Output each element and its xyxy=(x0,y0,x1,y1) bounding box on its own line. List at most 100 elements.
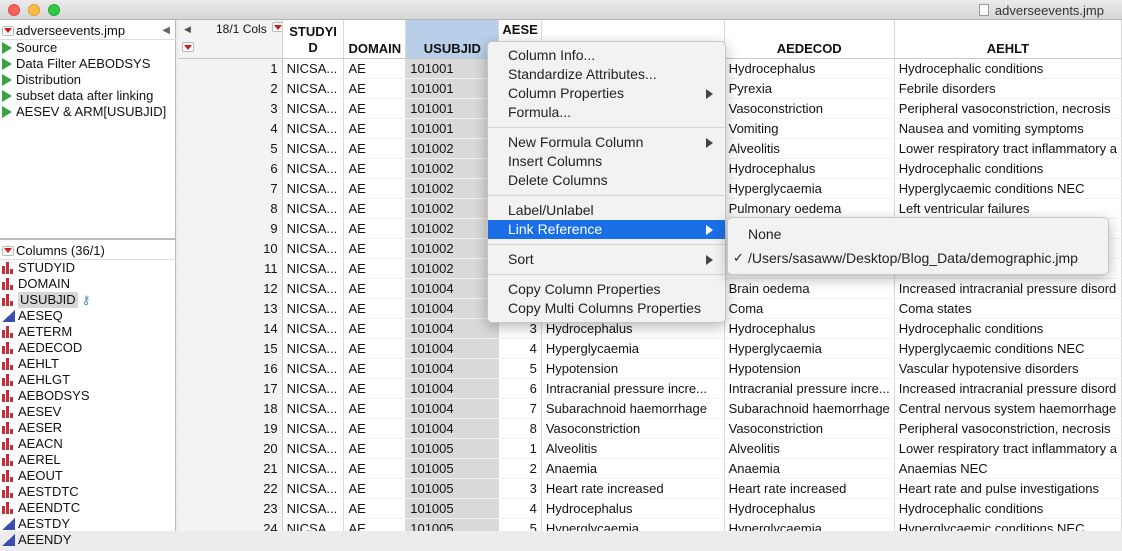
menu-item-copy-column-properties[interactable]: Copy Column Properties xyxy=(488,280,725,299)
table-row[interactable]: 23 NICSA... AE 101005 4 Hydrocephalus Hydrocep… xyxy=(178,498,1122,519)
domain-cell[interactable]: AE xyxy=(343,438,407,459)
usubjid-cell[interactable]: 101002 xyxy=(405,158,500,179)
aeseq-cell[interactable]: 7 xyxy=(498,398,542,419)
studyid-cell[interactable]: NICSA... xyxy=(282,178,345,199)
column-list-item[interactable]: DOMAIN xyxy=(0,276,176,292)
aedecod-cell[interactable]: Vasoconstriction xyxy=(724,418,895,439)
column-list-item[interactable]: AEENDTC xyxy=(0,500,176,516)
menu-item-label-unlabel[interactable]: Label/Unlabel xyxy=(488,201,725,220)
studyid-cell[interactable]: NICSA... xyxy=(282,398,345,419)
aeseq-cell[interactable]: 5 xyxy=(498,518,542,531)
aedecod-cell[interactable]: Alveolitis xyxy=(724,438,895,459)
aedecod-cell[interactable]: Intracranial pressure incre... xyxy=(724,378,895,399)
row-number-cell[interactable]: 10 xyxy=(178,238,283,259)
column-list-item[interactable]: AEOUT xyxy=(0,468,176,484)
columns-panel-header[interactable]: Columns (36/1) xyxy=(0,242,176,260)
column-list-item[interactable]: USUBJID ⚷ xyxy=(0,292,176,308)
row-number-cell[interactable]: 2 xyxy=(178,78,283,99)
close-window-button[interactable] xyxy=(8,4,20,16)
aehlt-cell[interactable]: Nausea and vomiting symptoms xyxy=(894,118,1122,139)
aedecod-cell[interactable]: Alveolitis xyxy=(724,138,895,159)
row-number-cell[interactable]: 21 xyxy=(178,458,283,479)
usubjid-cell[interactable]: 101004 xyxy=(405,278,500,299)
table-row[interactable]: 18 NICSA... AE 101004 7 Subarachnoid haemorrh… xyxy=(178,398,1122,419)
red-triangle-menu-icon[interactable] xyxy=(2,25,14,36)
usubjid-cell[interactable]: 101001 xyxy=(405,118,500,139)
studyid-cell[interactable]: NICSA... xyxy=(282,458,345,479)
usubjid-cell[interactable]: 101004 xyxy=(405,318,500,339)
domain-cell[interactable]: AE xyxy=(343,258,407,279)
aehlt-cell[interactable]: Peripheral vasoconstriction, necrosis xyxy=(894,418,1122,439)
aedecod-cell[interactable]: Hypotension xyxy=(724,358,895,379)
menu-item-link-reference[interactable]: Link Reference xyxy=(488,220,725,239)
studyid-cell[interactable]: NICSA... xyxy=(282,138,345,159)
table-row[interactable]: 17 NICSA... AE 101004 6 Intracranial pressure… xyxy=(178,378,1122,399)
column-list-item[interactable]: AESTDTC xyxy=(0,484,176,500)
row-number-cell[interactable]: 18 xyxy=(178,398,283,419)
aedecod-cell[interactable]: Hyperglycaemia xyxy=(724,518,895,531)
aehlt-cell[interactable]: Increased intracranial pressure disord xyxy=(894,378,1122,399)
usubjid-cell[interactable]: 101001 xyxy=(405,98,500,119)
column-list-item[interactable]: STUDYID xyxy=(0,260,176,276)
table-script-item[interactable]: subset data after linking xyxy=(0,88,176,104)
column-list-item[interactable]: AEBODSYS xyxy=(0,388,176,404)
menu-item-standardize-attributes[interactable]: Standardize Attributes... xyxy=(488,65,725,84)
studyid-cell[interactable]: NICSA... xyxy=(282,78,345,99)
column-list-item[interactable]: AESEQ xyxy=(0,308,176,324)
column-list-item[interactable]: AETERM xyxy=(0,324,176,340)
aedecod-cell[interactable]: Hydrocephalus xyxy=(724,58,895,79)
usubjid-cell[interactable]: 101005 xyxy=(405,518,500,531)
cols-red-triangle-icon[interactable] xyxy=(272,22,282,32)
usubjid-cell[interactable]: 101002 xyxy=(405,178,500,199)
domain-cell[interactable]: AE xyxy=(343,378,407,399)
header-studyid[interactable]: STUDYID xyxy=(282,20,345,59)
column-list-item[interactable]: AESER xyxy=(0,420,176,436)
domain-cell[interactable]: AE xyxy=(343,198,407,219)
column-list-item[interactable]: AEHLT xyxy=(0,356,176,372)
row-number-cell[interactable]: 17 xyxy=(178,378,283,399)
aeterm-cell[interactable]: Alveolitis xyxy=(541,438,725,459)
row-number-cell[interactable]: 15 xyxy=(178,338,283,359)
studyid-cell[interactable]: NICSA... xyxy=(282,338,345,359)
aedecod-cell[interactable]: Hydrocephalus xyxy=(724,318,895,339)
row-number-cell[interactable]: 7 xyxy=(178,178,283,199)
aehlt-cell[interactable]: Hyperglycaemic conditions NEC xyxy=(894,178,1122,199)
aeterm-cell[interactable]: Hyperglycaemia xyxy=(541,518,725,531)
aedecod-cell[interactable]: Subarachnoid haemorrhage xyxy=(724,398,895,419)
table-script-item[interactable]: Data Filter AEBODSYS xyxy=(0,56,176,72)
aeseq-cell[interactable]: 2 xyxy=(498,458,542,479)
minimize-window-button[interactable] xyxy=(28,4,40,16)
aehlt-cell[interactable]: Central nervous system haemorrhage xyxy=(894,398,1122,419)
aedecod-cell[interactable]: Anaemia xyxy=(724,458,895,479)
aehlt-cell[interactable]: Lower respiratory tract inflammatory a xyxy=(894,138,1122,159)
domain-cell[interactable]: AE xyxy=(343,118,407,139)
aeseq-cell[interactable]: 8 xyxy=(498,418,542,439)
column-list-item[interactable]: AEENDY xyxy=(0,532,176,548)
domain-cell[interactable]: AE xyxy=(343,398,407,419)
usubjid-cell[interactable]: 101004 xyxy=(405,398,500,419)
aehlt-cell[interactable]: Lower respiratory tract inflammatory a xyxy=(894,438,1122,459)
aehlt-cell[interactable]: Hydrocephalic conditions xyxy=(894,318,1122,339)
column-list-item[interactable]: AEREL xyxy=(0,452,176,468)
studyid-cell[interactable]: NICSA... xyxy=(282,318,345,339)
column-list-item[interactable]: AESTDY xyxy=(0,516,176,532)
domain-cell[interactable]: AE xyxy=(343,318,407,339)
link-reference-none[interactable]: None xyxy=(728,222,1108,246)
aehlt-cell[interactable]: Heart rate and pulse investigations xyxy=(894,478,1122,499)
aeterm-cell[interactable]: Vasoconstriction xyxy=(541,418,725,439)
aedecod-cell[interactable]: Pulmonary oedema xyxy=(724,198,895,219)
usubjid-cell[interactable]: 101005 xyxy=(405,438,500,459)
aehlt-cell[interactable]: Vascular hypotensive disorders xyxy=(894,358,1122,379)
panel-splitter[interactable] xyxy=(0,238,176,240)
studyid-cell[interactable]: NICSA... xyxy=(282,378,345,399)
usubjid-cell[interactable]: 101002 xyxy=(405,258,500,279)
column-list-item[interactable]: AEHLGT xyxy=(0,372,176,388)
row-number-cell[interactable]: 13 xyxy=(178,298,283,319)
aehlt-cell[interactable]: Peripheral vasoconstriction, necrosis xyxy=(894,98,1122,119)
aehlt-cell[interactable]: Anaemias NEC xyxy=(894,458,1122,479)
usubjid-cell[interactable]: 101005 xyxy=(405,458,500,479)
aehlt-cell[interactable]: Hyperglycaemic conditions NEC xyxy=(894,518,1122,531)
table-script-item[interactable]: AESEV & ARM[USUBJID] xyxy=(0,104,176,120)
table-row[interactable]: 22 NICSA... AE 101005 3 Heart rate increased H… xyxy=(178,478,1122,499)
usubjid-cell[interactable]: 101002 xyxy=(405,218,500,239)
